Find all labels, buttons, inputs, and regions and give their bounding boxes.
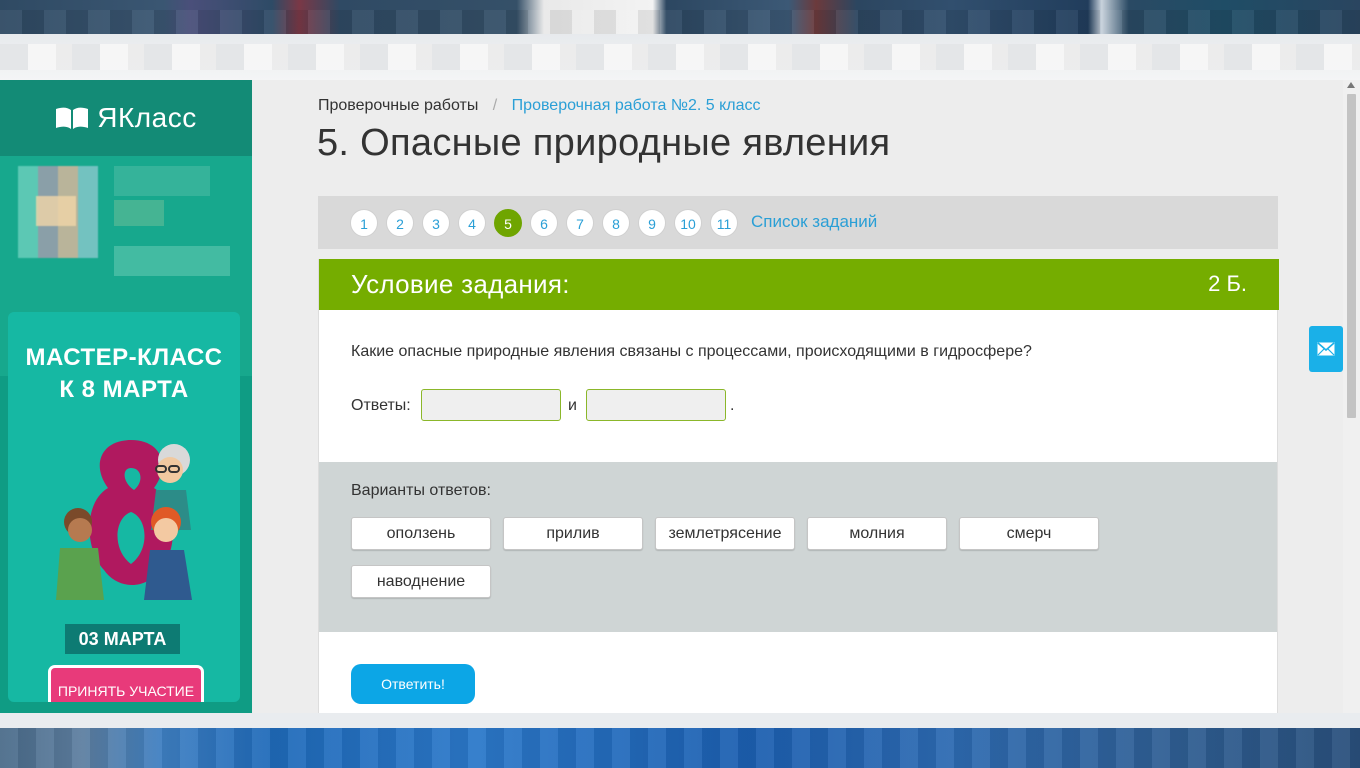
pager-item-4[interactable]: 4 xyxy=(458,209,486,237)
browser-toolbar xyxy=(0,34,1360,80)
answer-conjunction: и xyxy=(568,397,577,414)
task-header-title: Условие задания: xyxy=(351,269,570,299)
variant-chip-tornado[interactable]: смерч xyxy=(959,517,1099,550)
task-pager: 1 2 3 4 5 6 7 8 9 10 11 Список заданий xyxy=(318,196,1278,249)
variant-chip-lightning[interactable]: молния xyxy=(807,517,947,550)
profile-name-blurred xyxy=(114,166,210,196)
variant-chip-earthquake[interactable]: землетрясение xyxy=(655,517,795,550)
pager-item-1[interactable]: 1 xyxy=(350,209,378,237)
variant-chip-tide[interactable]: прилив xyxy=(503,517,643,550)
browser-chrome-top xyxy=(0,0,1360,80)
pager-item-2[interactable]: 2 xyxy=(386,209,414,237)
logo-text: ЯКласс xyxy=(97,102,197,133)
feedback-button[interactable] xyxy=(1309,326,1343,372)
page-title: 5. Опасные природные явления xyxy=(317,122,891,164)
task-card: Условие задания: 2 Б. Какие опасные прир… xyxy=(318,259,1279,713)
task-header: Условие задания: 2 Б. xyxy=(319,259,1279,310)
pager-item-6[interactable]: 6 xyxy=(530,209,558,237)
promo-banner[interactable]: МАСТЕР-КЛАСС К 8 МАРТА 03 МАРТА ПРИНЯТЬ … xyxy=(8,312,240,702)
page-scrollbar[interactable] xyxy=(1343,80,1360,713)
breadcrumb: Проверочные работы / Проверочная работа … xyxy=(318,97,761,115)
variant-chip-flood[interactable]: наводнение xyxy=(351,565,491,598)
book-icon xyxy=(56,107,89,129)
promo-join-button[interactable]: ПРИНЯТЬ УЧАСТИЕ xyxy=(51,668,201,702)
variants-label: Варианты ответов: xyxy=(351,482,491,499)
profile-meta-blurred xyxy=(114,246,230,276)
promo-title: МАСТЕР-КЛАСС К 8 МАРТА xyxy=(25,344,223,403)
breadcrumb-separator: / xyxy=(492,97,498,114)
avatar[interactable] xyxy=(18,166,98,258)
main-content: Проверочные работы / Проверочная работа … xyxy=(253,80,1343,713)
pager-item-11[interactable]: 11 xyxy=(710,209,738,237)
answer-drop-field-2[interactable] xyxy=(586,389,726,421)
task-points: 2 Б. xyxy=(1208,271,1247,296)
logo[interactable]: ЯКласс xyxy=(0,80,252,156)
breadcrumb-root[interactable]: Проверочные работы xyxy=(318,97,478,114)
answers-label: Ответы: xyxy=(351,397,411,414)
task-list-link[interactable]: Список заданий xyxy=(751,212,877,232)
variant-chip-landslide[interactable]: оползень xyxy=(351,517,491,550)
sidebar: ЯКласс МАСТЕР-КЛАСС К 8 МАРТА 03 МАРТА П… xyxy=(0,80,252,713)
pager-item-9[interactable]: 9 xyxy=(638,209,666,237)
breadcrumb-current[interactable]: Проверочная работа №2. 5 класс xyxy=(512,97,761,114)
pager-item-5[interactable]: 5 xyxy=(494,209,522,237)
scroll-up-arrow-icon[interactable] xyxy=(1347,82,1355,88)
pager-item-7[interactable]: 7 xyxy=(566,209,594,237)
submit-answer-button[interactable]: Ответить! xyxy=(351,664,475,704)
task-question: Какие опасные природные явления связаны … xyxy=(351,343,1032,360)
profile-info-blurred xyxy=(114,200,164,226)
answer-variants: Варианты ответов: оползень прилив землет… xyxy=(319,462,1277,632)
answer-end-mark: . xyxy=(730,397,735,414)
mail-icon xyxy=(1317,342,1335,356)
pager-item-3[interactable]: 3 xyxy=(422,209,450,237)
os-taskbar xyxy=(0,713,1360,768)
pager-item-10[interactable]: 10 xyxy=(674,209,702,237)
promo-date: 03 МАРТА xyxy=(65,624,180,654)
promo-illustration xyxy=(56,440,192,600)
answer-drop-field-1[interactable] xyxy=(421,389,561,421)
browser-tab-strip xyxy=(0,0,1360,34)
scrollbar-thumb[interactable] xyxy=(1347,94,1356,418)
pager-item-8[interactable]: 8 xyxy=(602,209,630,237)
